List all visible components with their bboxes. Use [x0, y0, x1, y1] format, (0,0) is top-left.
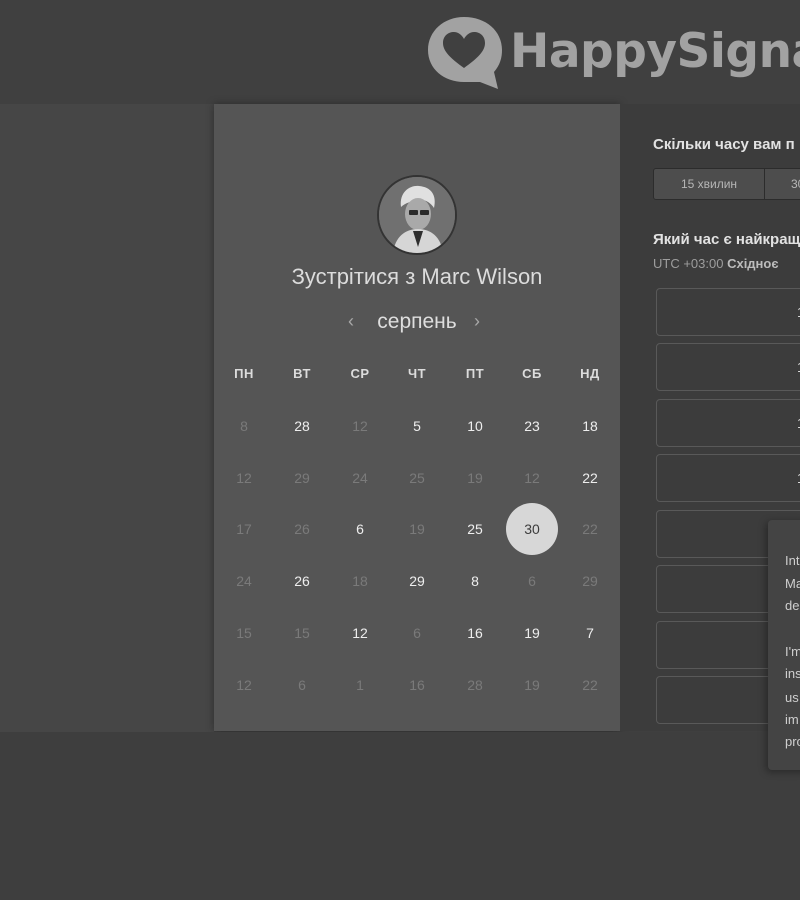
calendar-day-unavailable: 6	[413, 625, 421, 641]
calendar-day-available[interactable]: 22	[570, 469, 610, 487]
weekday-label: НД	[580, 366, 600, 381]
calendar-day-available[interactable]: 8	[455, 572, 495, 590]
timezone-offset: UTC +03:00	[653, 256, 724, 271]
popup-text-line: ins	[785, 666, 800, 681]
brand-name: HappySignals	[510, 24, 800, 79]
calendar-day-unavailable: 6	[298, 677, 306, 693]
calendar-day-available[interactable]: 12	[340, 624, 380, 642]
weekday-label: ЧТ	[407, 366, 427, 381]
calendar-day-unavailable: 26	[294, 521, 310, 537]
popup-text-line: pro	[785, 734, 800, 749]
calendar-day-unavailable: 17	[236, 521, 252, 537]
popup-text-line: us	[785, 690, 799, 705]
duration-option-15[interactable]: 15 хвилин	[654, 169, 765, 199]
time-slot-button[interactable]: 1	[656, 454, 800, 502]
header: HappySignals	[0, 0, 800, 104]
calendar-day-unavailable: 29	[582, 573, 598, 589]
calendar-day-available[interactable]: 7	[570, 624, 610, 642]
month-navigation: ‹ серпень ›	[214, 309, 620, 339]
chevron-left-icon[interactable]: ‹	[348, 311, 354, 332]
calendar-day-unavailable: 19	[524, 677, 540, 693]
calendar-day-available[interactable]: 28	[282, 417, 322, 435]
weekday-label: ВТ	[293, 366, 311, 381]
duration-question: Скільки часу вам п	[653, 136, 795, 153]
calendar-day-unavailable: 28	[467, 677, 483, 693]
avatar	[377, 175, 457, 255]
calendar-day-unavailable: 29	[294, 470, 310, 486]
calendar-day-unavailable: 1	[356, 677, 364, 693]
duration-option-30[interactable]: 30	[791, 169, 800, 199]
calendar-day-unavailable: 19	[409, 521, 425, 537]
left-background	[0, 104, 214, 732]
chevron-right-icon[interactable]: ›	[474, 311, 480, 332]
calendar-day-available[interactable]: 29	[397, 572, 437, 590]
calendar-day-selected[interactable]: 30	[506, 503, 558, 555]
calendar-day-available[interactable]: 5	[397, 417, 437, 435]
calendar-day-unavailable: 15	[294, 625, 310, 641]
calendar-day-available[interactable]: 25	[455, 520, 495, 538]
time-slot-button[interactable]: 1	[656, 343, 800, 391]
time-slot-button[interactable]: 1	[656, 288, 800, 336]
time-slot-button[interactable]: 1	[656, 399, 800, 447]
duration-selector: 15 хвилин 30	[653, 168, 800, 200]
calendar-day-available[interactable]: 23	[512, 417, 552, 435]
calendar-day-unavailable: 6	[528, 573, 536, 589]
heart-speech-bubble-icon	[428, 17, 502, 89]
weekday-label: СР	[350, 366, 370, 381]
calendar-day-unavailable: 22	[582, 521, 598, 537]
calendar-day-available[interactable]: 6	[340, 520, 380, 538]
calendar-day-unavailable: 12	[352, 418, 368, 434]
weekday-label: ПН	[234, 366, 254, 381]
popup-text-line: im	[785, 712, 799, 727]
meeting-title: Зустрітися з Marc Wilson	[291, 264, 543, 289]
calendar-day-available[interactable]: 19	[512, 624, 552, 642]
calendar-day-unavailable: 16	[409, 677, 425, 693]
calendar-day-unavailable: 8	[240, 418, 248, 434]
calendar-day-unavailable: 24	[236, 573, 252, 589]
popup-text-line: Int	[785, 553, 800, 568]
timezone-name[interactable]: Східноє	[727, 256, 778, 271]
popup-text-line: Ma	[785, 576, 800, 591]
timezone-label: UTC +03:00 Східноє	[653, 256, 779, 271]
calendar-day-available[interactable]: 16	[455, 624, 495, 642]
time-question: Який час є найкращ	[653, 231, 800, 248]
weekday-label: ПТ	[465, 366, 485, 381]
calendar-day-unavailable: 12	[236, 470, 252, 486]
calendar-day-unavailable: 25	[409, 470, 425, 486]
calendar-day-unavailable: 12	[524, 470, 540, 486]
calendar-day-available[interactable]: 10	[455, 417, 495, 435]
calendar-day-unavailable: 15	[236, 625, 252, 641]
cookie-popup: Int Ma de I'm ins us im pro	[768, 520, 800, 770]
popup-text-line: I'm	[785, 644, 800, 659]
calendar-day-available[interactable]: 18	[570, 417, 610, 435]
weekday-label: СБ	[522, 366, 542, 381]
brand-logo[interactable]: HappySignals	[426, 14, 800, 92]
popup-text-line: de	[785, 598, 800, 613]
calendar-day-unavailable: 24	[352, 470, 368, 486]
calendar-day-unavailable: 19	[467, 470, 483, 486]
calendar-day-available[interactable]: 26	[282, 572, 322, 590]
calendar-day-unavailable: 22	[582, 677, 598, 693]
page-footer-area	[0, 732, 800, 900]
calendar-card: Зустрітися з Marc Wilson ‹ серпень › ПН В…	[214, 104, 620, 731]
month-label: серпень	[377, 310, 457, 333]
calendar-day-unavailable: 18	[352, 573, 368, 589]
calendar-day-unavailable: 12	[236, 677, 252, 693]
